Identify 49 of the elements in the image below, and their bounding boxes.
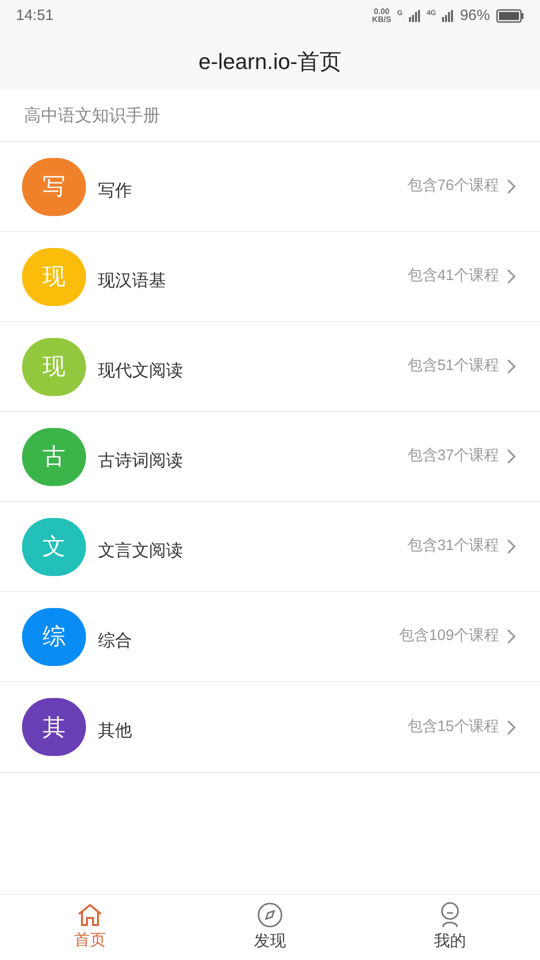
signal-icon [442, 10, 454, 22]
course-count: 包含41个课程 [407, 266, 499, 286]
course-count: 包含109个课程 [398, 626, 499, 646]
chevron-icon [507, 629, 516, 644]
category-avatar: 现 [22, 338, 86, 396]
category-row[interactable]: 文 文言文阅读 包含31个课程 [0, 502, 540, 592]
category-name: 现汉语基 [98, 270, 166, 292]
speed-unit: KB/S [372, 16, 392, 24]
network-speed: 0.00 [374, 8, 390, 16]
category-avatar: 综 [22, 608, 86, 666]
chevron-icon [507, 539, 516, 554]
category-avatar: 古 [22, 428, 86, 486]
category-name: 综合 [98, 630, 132, 652]
category-name: 文言文阅读 [98, 540, 183, 562]
category-row[interactable]: 其 其他 包含15个课程 [0, 682, 540, 772]
chevron-icon [507, 359, 516, 374]
chevron-icon [507, 269, 516, 284]
course-count: 包含31个课程 [407, 536, 499, 556]
chevron-icon [507, 179, 516, 194]
category-row[interactable]: 综 综合 包含109个课程 [0, 592, 540, 682]
category-name: 现代文阅读 [98, 360, 183, 382]
compass-icon [257, 902, 283, 928]
category-row[interactable]: 写 写作 包含76个课程 [0, 142, 540, 232]
course-count: 包含76个课程 [407, 176, 499, 196]
course-count: 包含51个课程 [407, 356, 499, 376]
tab-button[interactable]: 我的 [360, 895, 540, 960]
course-count: 包含15个课程 [407, 716, 499, 737]
battery-icon [496, 9, 524, 23]
user-icon [438, 902, 462, 928]
battery-percent: 96% [460, 6, 490, 26]
section-title: 高中语文知识手册 [24, 104, 160, 127]
category-row[interactable]: 现 现汉语基 包含41个课程 [0, 232, 540, 322]
category-name: 写作 [98, 180, 132, 202]
category-avatar: 现 [22, 248, 86, 306]
status-time: 14:51 [16, 6, 54, 26]
category-row[interactable]: 古 古诗词阅读 包含37个课程 [0, 412, 540, 502]
category-name: 其他 [98, 720, 132, 742]
category-row[interactable]: 现 现代文阅读 包含51个课程 [0, 322, 540, 412]
category-avatar: 文 [22, 518, 86, 576]
chevron-icon [507, 720, 516, 734]
tab-button[interactable]: 发现 [180, 895, 360, 960]
page-title: e-learn.io-首页 [198, 48, 342, 76]
category-avatar: 写 [22, 158, 86, 216]
course-count: 包含37个课程 [407, 446, 499, 466]
category-name: 古诗词阅读 [98, 450, 183, 472]
chevron-icon [507, 449, 516, 464]
signal-icon [408, 10, 421, 22]
home-icon [77, 902, 103, 926]
category-avatar: 其 [22, 698, 86, 756]
